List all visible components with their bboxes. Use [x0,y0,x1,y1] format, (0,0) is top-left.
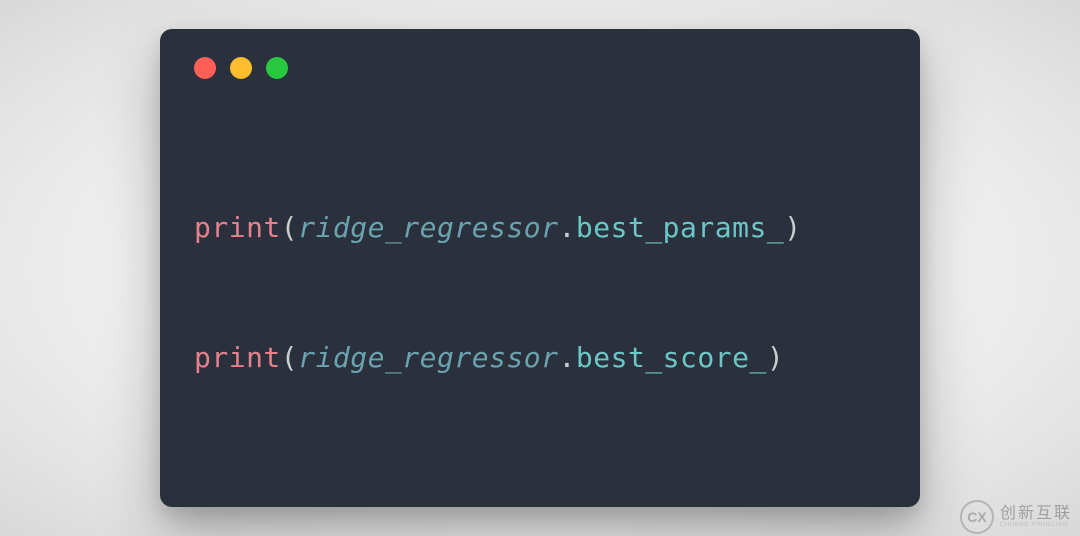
object-name: ridge_regressor [298,211,558,244]
function-name: print [194,211,281,244]
code-line: print(ridge_regressor.best_params_) [194,206,886,249]
code-block: print(ridge_regressor.best_params_) prin… [194,119,886,466]
window-traffic-lights [194,57,886,79]
dot-operator: . [559,341,576,374]
close-icon [194,57,216,79]
paren-close: ) [784,211,801,244]
paren-open: ( [281,211,298,244]
minimize-icon [230,57,252,79]
attribute-name: best_score_ [576,341,767,374]
paren-close: ) [767,341,784,374]
code-window: print(ridge_regressor.best_params_) prin… [160,29,920,506]
watermark: CX 创新互联 CHUANG XINHULIAN [960,500,1072,534]
paren-open: ( [281,341,298,374]
watermark-logo-icon: CX [960,500,994,534]
function-name: print [194,341,281,374]
watermark-text: 创新互联 CHUANG XINHULIAN [1000,506,1072,528]
dot-operator: . [559,211,576,244]
code-line: print(ridge_regressor.best_score_) [194,336,886,379]
watermark-sub: CHUANG XINHULIAN [1000,522,1072,528]
object-name: ridge_regressor [298,341,558,374]
attribute-name: best_params_ [576,211,784,244]
maximize-icon [266,57,288,79]
watermark-main: 创新互联 [1000,506,1072,522]
